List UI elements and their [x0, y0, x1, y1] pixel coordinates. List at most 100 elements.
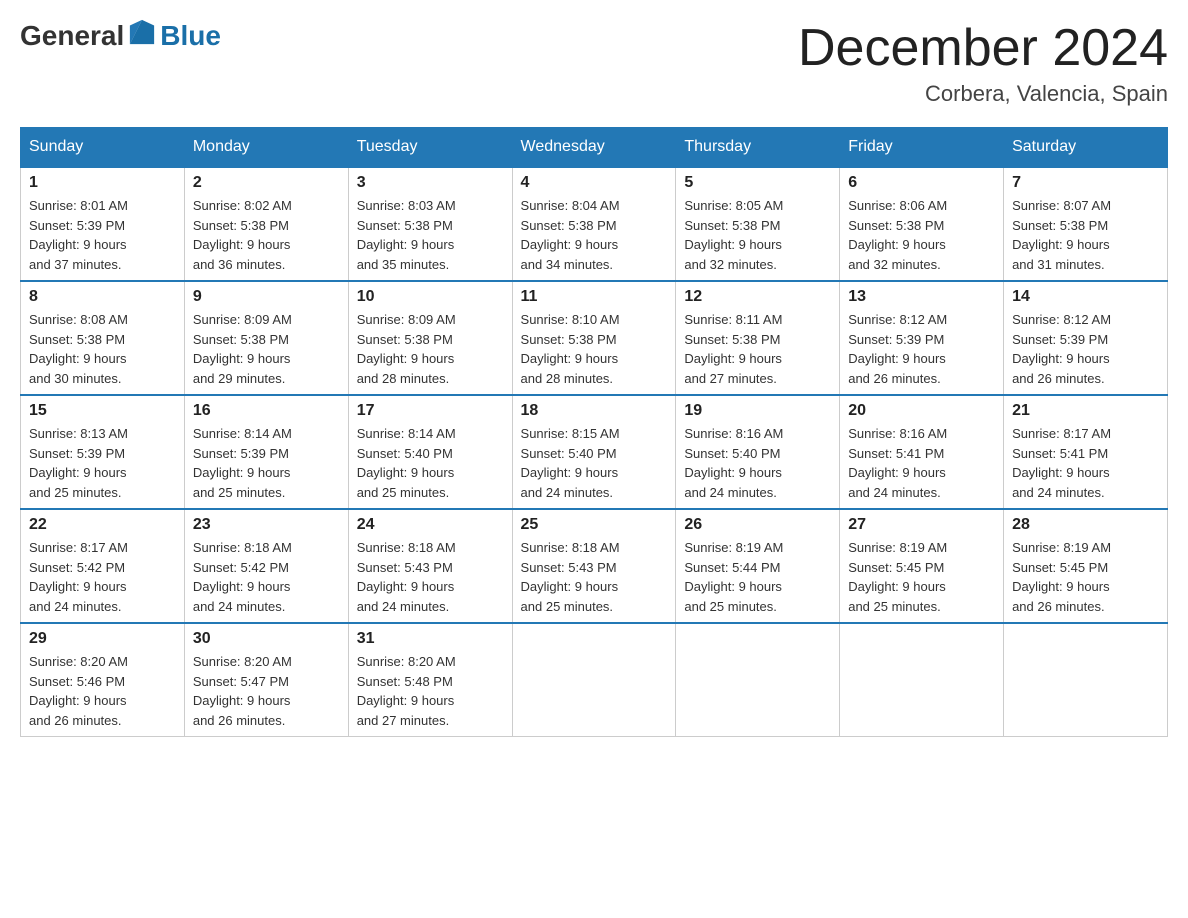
day-number: 30 — [193, 630, 340, 648]
calendar-cell: 12 Sunrise: 8:11 AM Sunset: 5:38 PM Dayl… — [676, 281, 840, 395]
calendar-header-thursday: Thursday — [676, 128, 840, 168]
day-info: Sunrise: 8:18 AM Sunset: 5:42 PM Dayligh… — [193, 538, 340, 616]
calendar-cell: 24 Sunrise: 8:18 AM Sunset: 5:43 PM Dayl… — [348, 509, 512, 623]
calendar-header-tuesday: Tuesday — [348, 128, 512, 168]
day-info: Sunrise: 8:14 AM Sunset: 5:40 PM Dayligh… — [357, 424, 504, 502]
calendar-cell: 21 Sunrise: 8:17 AM Sunset: 5:41 PM Dayl… — [1004, 395, 1168, 509]
calendar-cell: 22 Sunrise: 8:17 AM Sunset: 5:42 PM Dayl… — [21, 509, 185, 623]
calendar-cell: 23 Sunrise: 8:18 AM Sunset: 5:42 PM Dayl… — [184, 509, 348, 623]
day-info: Sunrise: 8:19 AM Sunset: 5:45 PM Dayligh… — [848, 538, 995, 616]
calendar-cell: 2 Sunrise: 8:02 AM Sunset: 5:38 PM Dayli… — [184, 167, 348, 281]
calendar-cell: 25 Sunrise: 8:18 AM Sunset: 5:43 PM Dayl… — [512, 509, 676, 623]
calendar-cell: 28 Sunrise: 8:19 AM Sunset: 5:45 PM Dayl… — [1004, 509, 1168, 623]
day-number: 14 — [1012, 288, 1159, 306]
calendar-week-row: 15 Sunrise: 8:13 AM Sunset: 5:39 PM Dayl… — [21, 395, 1168, 509]
calendar-header-monday: Monday — [184, 128, 348, 168]
day-info: Sunrise: 8:08 AM Sunset: 5:38 PM Dayligh… — [29, 310, 176, 388]
day-number: 1 — [29, 174, 176, 192]
calendar-header-row: SundayMondayTuesdayWednesdayThursdayFrid… — [21, 128, 1168, 168]
calendar-cell: 6 Sunrise: 8:06 AM Sunset: 5:38 PM Dayli… — [840, 167, 1004, 281]
day-info: Sunrise: 8:14 AM Sunset: 5:39 PM Dayligh… — [193, 424, 340, 502]
calendar-cell: 29 Sunrise: 8:20 AM Sunset: 5:46 PM Dayl… — [21, 623, 185, 737]
day-info: Sunrise: 8:20 AM Sunset: 5:48 PM Dayligh… — [357, 652, 504, 730]
calendar-header-friday: Friday — [840, 128, 1004, 168]
day-info: Sunrise: 8:12 AM Sunset: 5:39 PM Dayligh… — [848, 310, 995, 388]
day-number: 31 — [357, 630, 504, 648]
day-number: 15 — [29, 402, 176, 420]
day-info: Sunrise: 8:04 AM Sunset: 5:38 PM Dayligh… — [521, 196, 668, 274]
logo-text-blue: Blue — [160, 20, 221, 52]
calendar-cell: 17 Sunrise: 8:14 AM Sunset: 5:40 PM Dayl… — [348, 395, 512, 509]
day-number: 25 — [521, 516, 668, 534]
day-number: 27 — [848, 516, 995, 534]
location: Corbera, Valencia, Spain — [798, 81, 1168, 107]
calendar-cell: 9 Sunrise: 8:09 AM Sunset: 5:38 PM Dayli… — [184, 281, 348, 395]
calendar-cell: 13 Sunrise: 8:12 AM Sunset: 5:39 PM Dayl… — [840, 281, 1004, 395]
day-info: Sunrise: 8:15 AM Sunset: 5:40 PM Dayligh… — [521, 424, 668, 502]
calendar-week-row: 1 Sunrise: 8:01 AM Sunset: 5:39 PM Dayli… — [21, 167, 1168, 281]
calendar-week-row: 29 Sunrise: 8:20 AM Sunset: 5:46 PM Dayl… — [21, 623, 1168, 737]
day-number: 13 — [848, 288, 995, 306]
day-number: 29 — [29, 630, 176, 648]
calendar-cell: 20 Sunrise: 8:16 AM Sunset: 5:41 PM Dayl… — [840, 395, 1004, 509]
day-number: 7 — [1012, 174, 1159, 192]
calendar-cell — [676, 623, 840, 737]
calendar-cell — [512, 623, 676, 737]
title-block: December 2024 Corbera, Valencia, Spain — [798, 20, 1168, 107]
day-number: 12 — [684, 288, 831, 306]
day-number: 19 — [684, 402, 831, 420]
logo: General Blue — [20, 20, 221, 52]
day-number: 26 — [684, 516, 831, 534]
day-number: 28 — [1012, 516, 1159, 534]
day-info: Sunrise: 8:20 AM Sunset: 5:47 PM Dayligh… — [193, 652, 340, 730]
day-info: Sunrise: 8:19 AM Sunset: 5:45 PM Dayligh… — [1012, 538, 1159, 616]
day-info: Sunrise: 8:17 AM Sunset: 5:42 PM Dayligh… — [29, 538, 176, 616]
calendar-cell: 10 Sunrise: 8:09 AM Sunset: 5:38 PM Dayl… — [348, 281, 512, 395]
calendar-header-sunday: Sunday — [21, 128, 185, 168]
day-number: 4 — [521, 174, 668, 192]
logo-icon — [128, 18, 156, 46]
day-info: Sunrise: 8:16 AM Sunset: 5:40 PM Dayligh… — [684, 424, 831, 502]
calendar-cell: 11 Sunrise: 8:10 AM Sunset: 5:38 PM Dayl… — [512, 281, 676, 395]
day-info: Sunrise: 8:01 AM Sunset: 5:39 PM Dayligh… — [29, 196, 176, 274]
day-number: 9 — [193, 288, 340, 306]
calendar-cell: 8 Sunrise: 8:08 AM Sunset: 5:38 PM Dayli… — [21, 281, 185, 395]
calendar-cell: 31 Sunrise: 8:20 AM Sunset: 5:48 PM Dayl… — [348, 623, 512, 737]
day-number: 22 — [29, 516, 176, 534]
logo-text-general: General — [20, 20, 124, 52]
calendar-cell: 30 Sunrise: 8:20 AM Sunset: 5:47 PM Dayl… — [184, 623, 348, 737]
calendar-cell: 4 Sunrise: 8:04 AM Sunset: 5:38 PM Dayli… — [512, 167, 676, 281]
day-info: Sunrise: 8:05 AM Sunset: 5:38 PM Dayligh… — [684, 196, 831, 274]
day-number: 18 — [521, 402, 668, 420]
calendar-cell: 3 Sunrise: 8:03 AM Sunset: 5:38 PM Dayli… — [348, 167, 512, 281]
day-number: 2 — [193, 174, 340, 192]
calendar-cell: 14 Sunrise: 8:12 AM Sunset: 5:39 PM Dayl… — [1004, 281, 1168, 395]
day-info: Sunrise: 8:09 AM Sunset: 5:38 PM Dayligh… — [357, 310, 504, 388]
day-number: 20 — [848, 402, 995, 420]
day-number: 10 — [357, 288, 504, 306]
day-number: 16 — [193, 402, 340, 420]
day-number: 23 — [193, 516, 340, 534]
day-info: Sunrise: 8:06 AM Sunset: 5:38 PM Dayligh… — [848, 196, 995, 274]
day-info: Sunrise: 8:03 AM Sunset: 5:38 PM Dayligh… — [357, 196, 504, 274]
page-header: General Blue December 2024 Corbera, Vale… — [20, 20, 1168, 107]
calendar-header-saturday: Saturday — [1004, 128, 1168, 168]
day-info: Sunrise: 8:12 AM Sunset: 5:39 PM Dayligh… — [1012, 310, 1159, 388]
day-info: Sunrise: 8:20 AM Sunset: 5:46 PM Dayligh… — [29, 652, 176, 730]
month-title: December 2024 — [798, 20, 1168, 77]
day-number: 17 — [357, 402, 504, 420]
calendar-week-row: 8 Sunrise: 8:08 AM Sunset: 5:38 PM Dayli… — [21, 281, 1168, 395]
calendar-cell: 15 Sunrise: 8:13 AM Sunset: 5:39 PM Dayl… — [21, 395, 185, 509]
day-info: Sunrise: 8:16 AM Sunset: 5:41 PM Dayligh… — [848, 424, 995, 502]
day-number: 24 — [357, 516, 504, 534]
calendar-cell: 19 Sunrise: 8:16 AM Sunset: 5:40 PM Dayl… — [676, 395, 840, 509]
day-info: Sunrise: 8:18 AM Sunset: 5:43 PM Dayligh… — [521, 538, 668, 616]
calendar-cell — [840, 623, 1004, 737]
calendar-cell — [1004, 623, 1168, 737]
calendar-cell: 7 Sunrise: 8:07 AM Sunset: 5:38 PM Dayli… — [1004, 167, 1168, 281]
day-info: Sunrise: 8:07 AM Sunset: 5:38 PM Dayligh… — [1012, 196, 1159, 274]
calendar-cell: 26 Sunrise: 8:19 AM Sunset: 5:44 PM Dayl… — [676, 509, 840, 623]
day-number: 3 — [357, 174, 504, 192]
calendar-cell: 16 Sunrise: 8:14 AM Sunset: 5:39 PM Dayl… — [184, 395, 348, 509]
day-number: 5 — [684, 174, 831, 192]
